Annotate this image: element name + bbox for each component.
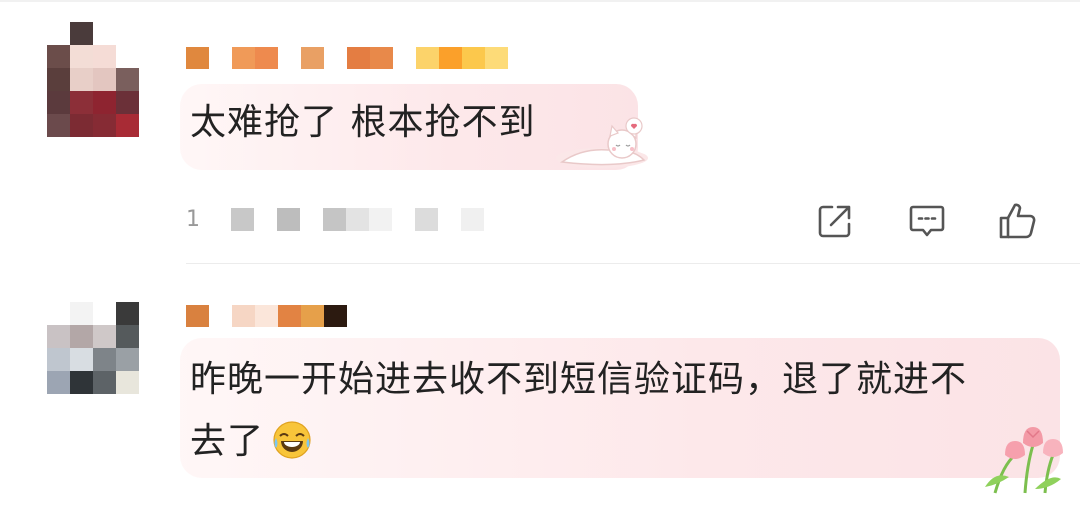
comment-text-line-2: 去了 bbox=[190, 421, 265, 462]
comment-item: 太难抢了 根本抢不到 1 bbox=[0, 0, 1080, 264]
comment-button[interactable] bbox=[904, 198, 950, 244]
laughing-crying-emoji bbox=[273, 421, 311, 459]
share-icon bbox=[818, 205, 851, 238]
username[interactable] bbox=[186, 47, 508, 69]
comment-text: 太难抢了 根本抢不到 bbox=[190, 102, 536, 143]
username[interactable] bbox=[186, 305, 347, 327]
share-button[interactable] bbox=[812, 198, 858, 244]
comment-meta: 1 bbox=[186, 207, 484, 232]
comment-divider bbox=[186, 263, 1080, 264]
comment-text-line-1: 昨晚一开始进去收不到短信验证码，退了就进不 bbox=[190, 359, 968, 400]
meta-text: 1 bbox=[186, 207, 200, 232]
sleeping-cat-sticker bbox=[556, 117, 648, 168]
tulip-flowers-sticker bbox=[985, 427, 1063, 494]
avatar[interactable] bbox=[47, 302, 139, 417]
like-icon bbox=[999, 203, 1036, 239]
avatar[interactable] bbox=[47, 22, 139, 137]
comment-icon bbox=[909, 205, 945, 237]
like-button[interactable] bbox=[994, 198, 1040, 244]
